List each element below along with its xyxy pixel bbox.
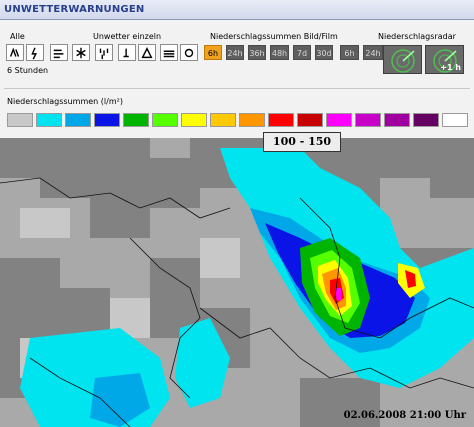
time-button-image-36h[interactable]: 36h [248,45,266,60]
legend-swatch[interactable] [152,113,178,127]
all-label: Alle [10,32,25,41]
legend-swatch[interactable] [123,113,149,127]
legend-swatch[interactable] [413,113,439,127]
black-ice-icon[interactable] [118,44,136,61]
legend-swatch[interactable] [442,113,468,127]
map-canvas [0,138,474,427]
legend-swatch[interactable] [65,113,91,127]
frost-icon[interactable] [138,44,156,61]
terrain-light [200,238,240,278]
time-button-image-24h[interactable]: 24h [226,45,244,60]
selected-range-label: 100 - 150 [263,132,341,152]
radar-now-icon[interactable] [383,45,422,74]
time-button-film-24h[interactable]: 24h [363,45,383,60]
legend-swatch[interactable] [210,113,236,127]
legend-swatch[interactable] [94,113,120,127]
radar-forecast-icon[interactable]: +1 h [425,45,464,74]
time-button-image-30d[interactable]: 30d [315,45,333,60]
wind-icon[interactable] [50,44,68,61]
legend-title: Niederschlagssummen (l/m²) [7,97,123,106]
all-warnings-icon[interactable] [6,44,24,61]
heat-icon[interactable] [180,44,198,61]
precipitation-map[interactable]: 02.06.2008 21:00 Uhr [0,138,474,427]
window-title: UNWETTERWARNUNGEN [4,4,145,15]
snow-icon[interactable] [72,44,90,61]
legend-swatch[interactable] [181,113,207,127]
title-bar: UNWETTERWARNUNGEN [0,0,474,20]
time-button-image-48h[interactable]: 48h [270,45,289,60]
fog-icon[interactable] [160,44,178,61]
legend-swatch[interactable] [384,113,410,127]
control-panel: Alle Unwetter einzeln Niederschlagssumme… [0,20,474,138]
divider [4,88,470,89]
precip-label: Niederschlagssummen Bild/Film [210,32,338,41]
heavy-rain-icon[interactable] [95,44,113,61]
legend-swatch[interactable] [7,113,33,127]
map-timestamp: 02.06.2008 21:00 Uhr [343,410,466,421]
forecast-label: +1 h [440,63,461,72]
thunderstorm-icon[interactable] [26,44,44,61]
time-button-image-7d[interactable]: 7d [293,45,311,60]
time-button-film-6h[interactable]: 6h [340,45,359,60]
legend-swatch[interactable] [297,113,323,127]
terrain-light [20,208,70,238]
legend-swatch[interactable] [36,113,62,127]
radar-label: Niederschlagsradar [378,32,456,41]
single-label: Unwetter einzeln [93,32,162,41]
legend-swatch[interactable] [326,113,352,127]
hours-label: 6 Stunden [7,66,49,75]
legend-swatch[interactable] [268,113,294,127]
legend-swatch[interactable] [355,113,381,127]
legend-swatch[interactable] [239,113,265,127]
time-button-image-6h[interactable]: 6h [204,45,222,60]
